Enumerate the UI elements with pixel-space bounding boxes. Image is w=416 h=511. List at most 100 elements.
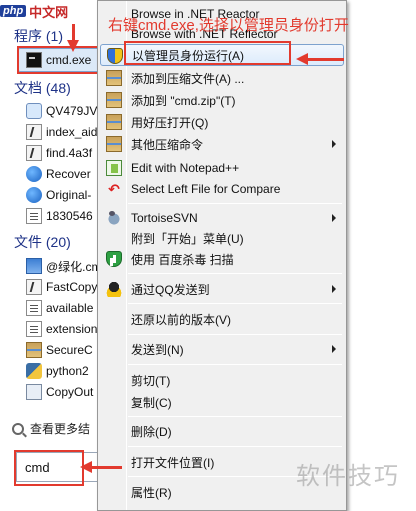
result-label: QV479JV	[46, 104, 98, 118]
menu-item-label: 还原以前的版本(V)	[131, 312, 231, 327]
cmd-file-icon	[26, 258, 42, 274]
menu-item-cut[interactable]: 剪切(T)	[100, 369, 344, 391]
list-item[interactable]: 1830546	[26, 206, 100, 226]
annotation-box-cmd	[17, 46, 103, 74]
menu-item-pin-start[interactable]: 附到「开始」菜单(U)	[100, 227, 344, 249]
list-item[interactable]: index_aid	[26, 122, 100, 142]
menu-item-open-haozip[interactable]: 用好压打开(Q)	[100, 111, 344, 133]
menu-item-tortoisesvn[interactable]: TortoiseSVN	[100, 207, 344, 229]
python-icon	[26, 363, 42, 379]
group-files: 文件 (20)	[14, 234, 71, 250]
menu-item-label: Select Left File for Compare	[131, 182, 281, 196]
logo-text: 中文网	[29, 4, 69, 20]
watermark-text: 软件技巧	[296, 463, 400, 490]
menu-separator	[128, 416, 342, 417]
qq-penguin-icon	[106, 281, 122, 297]
list-item[interactable]: FastCopy	[26, 277, 100, 297]
document-icon	[26, 300, 42, 316]
script-icon	[26, 124, 42, 140]
menu-separator	[128, 446, 342, 447]
menu-item-label: 附到「开始」菜单(U)	[131, 231, 244, 246]
menu-item-label: 删除(D)	[131, 424, 172, 439]
menu-item-send-to[interactable]: 发送到(N)	[100, 338, 344, 360]
menu-item-label: 使用 百度杀毒 扫描	[131, 252, 234, 267]
menu-separator	[128, 273, 342, 274]
submenu-arrow-icon	[332, 140, 336, 148]
menu-item-label: 添加到 "cmd.zip"(T)	[131, 93, 236, 108]
archive-icon	[106, 136, 122, 152]
annotation-box-run-as-admin	[124, 41, 291, 65]
list-item[interactable]: SecureC	[26, 340, 100, 360]
archive-icon	[106, 70, 122, 86]
list-item[interactable]: CopyOut	[26, 382, 100, 402]
menu-item-label: Edit with Notepad++	[131, 161, 240, 175]
annotation-arrow-search	[80, 461, 122, 473]
annotation-text: 右键cmd.exe,选择以管理员身份打开	[108, 17, 349, 34]
earth-icon	[26, 166, 42, 182]
result-label: available	[46, 301, 94, 315]
start-menu-results: 程序 (1) cmd.exe 文档 (48) QV479JV index_aid…	[0, 0, 100, 511]
result-label: FastCopy	[46, 280, 98, 294]
group-documents: 文档 (48)	[14, 80, 71, 96]
archive-icon	[26, 342, 42, 358]
result-label: 1830546	[46, 209, 93, 223]
menu-separator	[128, 203, 342, 204]
submenu-arrow-icon	[332, 285, 336, 293]
menu-item-delete[interactable]: 删除(D)	[100, 420, 344, 442]
archive-icon	[106, 114, 122, 130]
context-menu: Browse in .NET Reactor Browse with .NET …	[97, 0, 347, 511]
result-label: @绿化.cm	[46, 259, 100, 274]
list-item[interactable]: @绿化.cm	[26, 256, 100, 276]
compare-arrow-icon: ↶	[108, 181, 120, 197]
list-item[interactable]: Original-	[26, 185, 100, 205]
menu-item-add-archive[interactable]: 添加到压缩文件(A) ...	[100, 67, 344, 89]
result-label: extension	[46, 322, 98, 336]
menu-separator	[128, 364, 342, 365]
list-item[interactable]: extension	[26, 319, 100, 339]
menu-item-label: 打开文件位置(I)	[131, 455, 215, 470]
result-label: find.4a3f	[46, 146, 93, 160]
menu-item-compare[interactable]: ↶ Select Left File for Compare	[100, 178, 344, 200]
list-item[interactable]: QV479JV	[26, 101, 100, 121]
submenu-arrow-icon	[332, 345, 336, 353]
menu-item-label: 通过QQ发送到	[131, 282, 210, 297]
menu-item-restore-versions[interactable]: 还原以前的版本(V)	[100, 308, 344, 330]
menu-item-label: 用好压打开(Q)	[131, 115, 209, 130]
script-icon	[26, 279, 42, 295]
result-label: Recover	[46, 167, 91, 181]
result-label: SecureC	[46, 343, 93, 357]
earth-icon	[26, 187, 42, 203]
submenu-arrow-icon	[332, 214, 336, 222]
copy-icon	[26, 384, 42, 400]
result-label: python2	[46, 364, 89, 378]
see-more-label: 查看更多结	[30, 422, 91, 436]
menu-item-copy[interactable]: 复制(C)	[100, 391, 344, 413]
menu-item-label: 属性(R)	[131, 485, 172, 500]
antivirus-shield-icon	[106, 251, 122, 267]
archive-icon	[106, 92, 122, 108]
menu-item-label: 添加到压缩文件(A) ...	[131, 71, 245, 86]
menu-item-add-zip[interactable]: 添加到 "cmd.zip"(T)	[100, 89, 344, 111]
menu-item-baidu-scan[interactable]: 使用 百度杀毒 扫描	[100, 248, 344, 270]
list-item[interactable]: Recover	[26, 164, 100, 184]
list-item[interactable]: available	[26, 298, 100, 318]
menu-item-other-zip[interactable]: 其他压缩命令	[100, 133, 344, 155]
annotation-box-search	[14, 450, 84, 486]
search-icon	[12, 422, 24, 435]
menu-separator	[128, 303, 342, 304]
result-label: CopyOut	[46, 385, 94, 399]
menu-item-label: 剪切(T)	[131, 373, 171, 388]
list-item[interactable]: find.4a3f	[26, 143, 100, 163]
menu-item-label: 其他压缩命令	[131, 137, 204, 152]
script-icon	[26, 145, 42, 161]
see-more-results-link[interactable]: 查看更多结	[12, 420, 90, 437]
annotation-arrow-run-as-admin	[296, 53, 344, 65]
menu-item-label: 复制(C)	[131, 395, 172, 410]
menu-item-label: 发送到(N)	[131, 342, 184, 357]
list-item[interactable]: python2	[26, 361, 100, 381]
result-label: index_aid	[46, 125, 98, 139]
annotation-arrow-cmd	[67, 24, 79, 52]
document-icon	[26, 321, 42, 337]
menu-item-notepad[interactable]: Edit with Notepad++	[100, 157, 344, 179]
menu-item-qq-send[interactable]: 通过QQ发送到	[100, 278, 344, 300]
